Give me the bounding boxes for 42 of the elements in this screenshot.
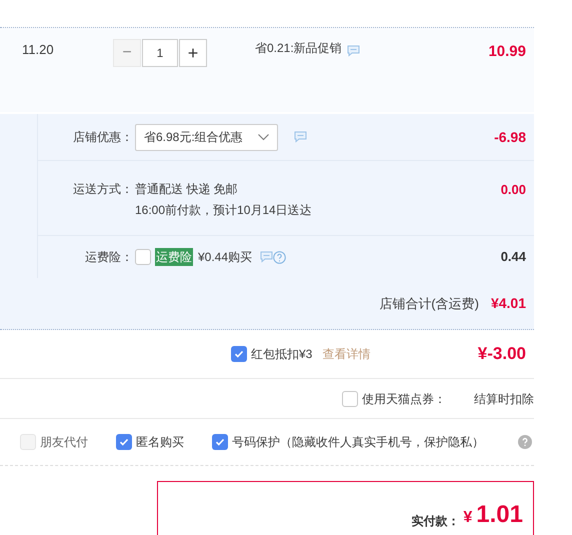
promotion-text: 省0.21:新品促销 (255, 40, 342, 57)
currency-sign: ¥ (463, 508, 472, 528)
check-icon (215, 437, 225, 447)
voucher-label: 红包抵扣¥3 (251, 346, 312, 363)
payment-label: 实付款： (411, 513, 460, 530)
shop-total-label: 店铺合计(含运费) (379, 294, 479, 313)
field-label: 运费险： (84, 249, 134, 266)
help-icon[interactable] (518, 435, 532, 449)
comment-icon[interactable] (346, 45, 360, 57)
unit-price: 11.20 (22, 41, 55, 59)
checkbox[interactable] (116, 434, 132, 450)
help-icon[interactable] (273, 250, 286, 264)
checkbox[interactable] (231, 346, 247, 362)
coupon-note: 结算时扣除 (474, 390, 534, 408)
increase-button[interactable]: + (179, 39, 207, 67)
discount-amount: -6.98 (494, 128, 526, 146)
shop-total: ¥4.01 (490, 294, 526, 313)
payment-amount: 1.01 (476, 503, 523, 527)
check-icon (119, 437, 129, 447)
comment-icon[interactable] (294, 131, 307, 143)
checkbox[interactable] (342, 390, 358, 406)
insurance-amount: 0.44 (500, 248, 526, 266)
delivery-estimate: 16:00前付款，预计10月14日送达 (135, 202, 312, 219)
coupon-label: 使用天猫点券： (362, 390, 447, 408)
comment-icon[interactable] (260, 251, 274, 263)
field-label: 店铺优惠： (72, 129, 134, 146)
checkbox[interactable] (212, 434, 228, 450)
insurance-tag: 运费险 (155, 248, 193, 266)
chevron-down-icon (258, 134, 269, 140)
check-icon (234, 349, 244, 359)
option-label: 匿名购买 (136, 434, 184, 451)
option-label: 号码保护（隐藏收件人真实手机号，保护隐私） (232, 434, 484, 451)
quantity-field[interactable]: 1 (142, 39, 178, 67)
voucher-amount: ¥-3.00 (478, 343, 526, 366)
checkbox[interactable] (135, 249, 151, 265)
insurance-offer: ¥0.44购买 (198, 249, 252, 266)
shipping-method: 普通配送 快递 免邮 (135, 181, 239, 198)
item-subtotal: 10.99 (488, 42, 526, 62)
discount-select[interactable]: 省6.98元:组合优惠 (135, 124, 278, 150)
option-label: 朋友代付 (40, 434, 88, 451)
shipping-amount: 0.00 (500, 181, 526, 199)
field-label: 运送方式： (72, 181, 134, 198)
